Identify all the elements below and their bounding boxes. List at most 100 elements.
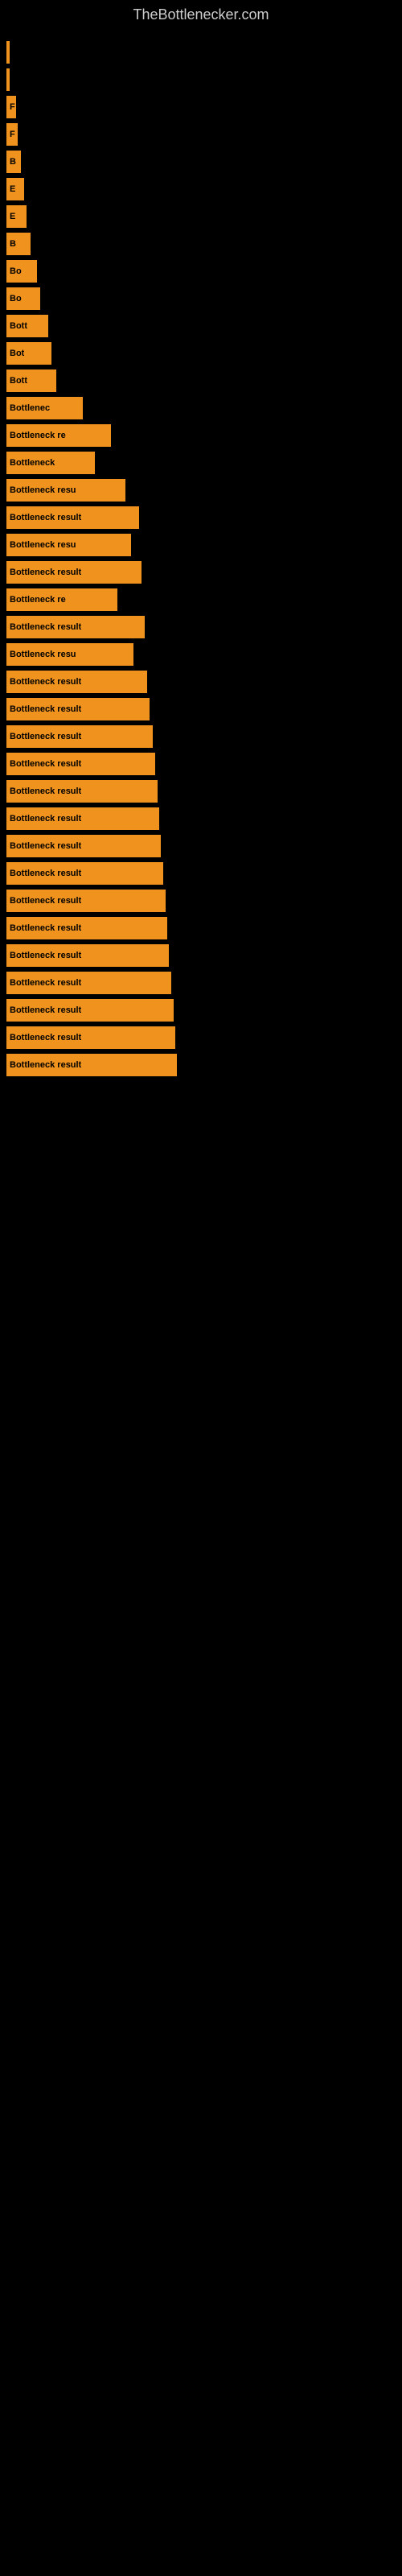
bar-row: Bottleneck result bbox=[0, 999, 402, 1022]
bar-row: Bottleneck resu bbox=[0, 479, 402, 502]
bar-label: Bottleneck result bbox=[10, 896, 81, 906]
bar-row: Bot bbox=[0, 342, 402, 365]
bar-row: Bottleneck result bbox=[0, 972, 402, 994]
bar-label: Bottleneck result bbox=[10, 677, 81, 687]
bar-label: Bottleneck result bbox=[10, 513, 81, 522]
bar: Bottleneck resu bbox=[6, 643, 133, 666]
bar-row: Bottleneck resu bbox=[0, 643, 402, 666]
bar: Bott bbox=[6, 369, 56, 392]
bar-label: Bottleneck result bbox=[10, 568, 81, 577]
bar-label: Bottleneck result bbox=[10, 1005, 81, 1015]
bar-label: Bottleneck resu bbox=[10, 540, 76, 550]
bar: B bbox=[6, 151, 21, 173]
bar-label: Bottleneck result bbox=[10, 923, 81, 933]
bar-label: E bbox=[10, 184, 15, 194]
bar-label: Bottleneck result bbox=[10, 869, 81, 878]
bar-row: F bbox=[0, 123, 402, 146]
bar-row: Bottleneck result bbox=[0, 1054, 402, 1076]
bar-label: E bbox=[10, 212, 15, 221]
bar: Bo bbox=[6, 287, 40, 310]
bar-row: E bbox=[0, 205, 402, 228]
bar-row: Bottleneck result bbox=[0, 807, 402, 830]
bar-row: Bottleneck result bbox=[0, 753, 402, 775]
bar-label: Bottlenec bbox=[10, 403, 50, 413]
bar: B bbox=[6, 233, 31, 255]
bar-row: E bbox=[0, 178, 402, 200]
bar: Bott bbox=[6, 315, 48, 337]
bar-label: Bottleneck bbox=[10, 458, 55, 468]
bar-label: B bbox=[10, 239, 16, 249]
bar-label: Bottleneck result bbox=[10, 622, 81, 632]
bar-row bbox=[0, 68, 402, 91]
bar-label: Bottleneck result bbox=[10, 978, 81, 988]
bar-label: F bbox=[10, 102, 15, 112]
bar bbox=[6, 68, 10, 91]
bar-row: Bottleneck resu bbox=[0, 534, 402, 556]
bar-row: Bottlenec bbox=[0, 397, 402, 419]
bar: Bottleneck result bbox=[6, 835, 161, 857]
bar-row: Bott bbox=[0, 315, 402, 337]
bar-label: Bottleneck result bbox=[10, 841, 81, 851]
bar-row: Bottleneck result bbox=[0, 725, 402, 748]
bar: Bottleneck result bbox=[6, 780, 158, 803]
bar-row: Bottleneck result bbox=[0, 671, 402, 693]
bar-row: Bottleneck bbox=[0, 452, 402, 474]
bar-row: Bottleneck result bbox=[0, 835, 402, 857]
bar-row: Bottleneck result bbox=[0, 917, 402, 939]
bar-label: Bottleneck re bbox=[10, 431, 66, 440]
bar-label: Bottleneck result bbox=[10, 1033, 81, 1042]
bar: Bottleneck result bbox=[6, 972, 171, 994]
bar: E bbox=[6, 205, 27, 228]
bar: Bottleneck result bbox=[6, 725, 153, 748]
bar: Bottleneck result bbox=[6, 1054, 177, 1076]
bar-row: Bottleneck result bbox=[0, 561, 402, 584]
bar-label: Bottleneck result bbox=[10, 704, 81, 714]
bar-row: Bottleneck result bbox=[0, 698, 402, 720]
bar-row bbox=[0, 41, 402, 64]
bar: E bbox=[6, 178, 24, 200]
bar-row: Bottleneck re bbox=[0, 424, 402, 447]
bar: Bottleneck result bbox=[6, 890, 166, 912]
bar: Bottleneck result bbox=[6, 1026, 175, 1049]
bar-row: Bottleneck result bbox=[0, 616, 402, 638]
bar: Bottleneck resu bbox=[6, 534, 131, 556]
bar-row: B bbox=[0, 151, 402, 173]
bar-label: Bott bbox=[10, 321, 27, 331]
bar: Bottleneck result bbox=[6, 999, 174, 1022]
bar-row: B bbox=[0, 233, 402, 255]
bar: Bottleneck result bbox=[6, 944, 169, 967]
bar-label: Bottleneck resu bbox=[10, 650, 76, 659]
bars-container: F F B E E B Bo Bo Bott Bot Bott Bottlenec Bottleneck… bbox=[0, 33, 402, 1076]
bar-row: Bottleneck re bbox=[0, 588, 402, 611]
bar: Bottleneck re bbox=[6, 588, 117, 611]
bar-row: Bottleneck result bbox=[0, 780, 402, 803]
bar-label: Bottleneck re bbox=[10, 595, 66, 605]
bar-label: Bottleneck result bbox=[10, 759, 81, 769]
bar: Bottleneck result bbox=[6, 616, 145, 638]
bar: Bottleneck result bbox=[6, 506, 139, 529]
bar-row: Bott bbox=[0, 369, 402, 392]
site-title: TheBottlenecker.com bbox=[0, 0, 402, 33]
bar: F bbox=[6, 123, 18, 146]
bar-row: Bo bbox=[0, 260, 402, 283]
bar-label: Bottleneck resu bbox=[10, 485, 76, 495]
bar-row: Bottleneck result bbox=[0, 506, 402, 529]
bar-label: Bottleneck result bbox=[10, 951, 81, 960]
bar-label: Bo bbox=[10, 266, 22, 276]
bar-row: Bottleneck result bbox=[0, 862, 402, 885]
bar-label: Bo bbox=[10, 294, 22, 303]
bar-label: Bott bbox=[10, 376, 27, 386]
bar: Bo bbox=[6, 260, 37, 283]
bar-label: B bbox=[10, 157, 16, 167]
bar: Bottleneck re bbox=[6, 424, 111, 447]
bar: Bottleneck result bbox=[6, 698, 150, 720]
bar-row: Bottleneck result bbox=[0, 1026, 402, 1049]
bar: Bottleneck result bbox=[6, 917, 167, 939]
bar: Bottleneck result bbox=[6, 561, 142, 584]
bar bbox=[6, 41, 10, 64]
bar-label: F bbox=[10, 130, 15, 139]
bar: F bbox=[6, 96, 16, 118]
bar: Bottleneck resu bbox=[6, 479, 125, 502]
bar-label: Bottleneck result bbox=[10, 1060, 81, 1070]
bar: Bottleneck result bbox=[6, 753, 155, 775]
